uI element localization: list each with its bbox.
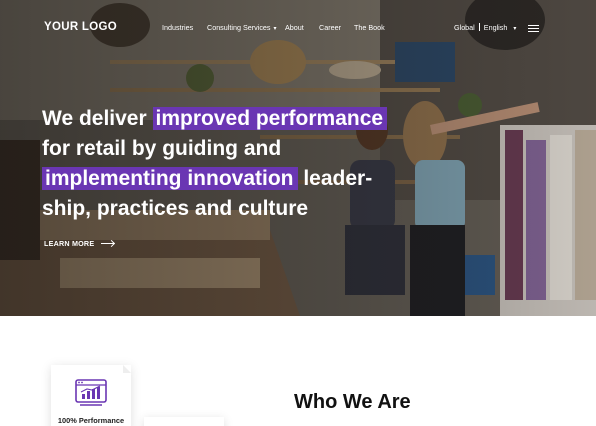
learn-more-link[interactable]: LEARN MORE [44,239,115,248]
language-selector[interactable]: Global English ▾ [454,23,516,32]
nav-item-career[interactable]: Career [319,23,341,32]
performance-chart-icon [75,379,107,406]
nav-item-the-book[interactable]: The Book [354,23,385,32]
headline-highlight: implementing innovation [42,167,298,190]
feature-card-performance[interactable]: 100% Performance [51,365,131,426]
feature-card-label: 100% Performance [57,416,125,425]
headline-highlight: improved performance [152,107,388,130]
nav-item-industries[interactable]: Industries [162,23,193,32]
headline-line-1: We deliver improved performance [42,104,442,134]
hero-headline: We deliver improved performance for reta… [42,104,442,224]
language-label: English [483,23,508,32]
headline-line-4: ship, practices and culture [42,197,309,220]
logo[interactable]: YOUR LOGO [44,21,117,33]
headline-line-2: for retail by guiding and [42,137,282,160]
region-label: Global [454,23,475,32]
top-navigation: YOUR LOGO Industries Consulting Services… [0,0,596,56]
arrow-right-icon [101,240,115,247]
section-title: Who We Are [294,391,411,413]
nav-item-consulting-services[interactable]: Consulting Services ▾ [207,23,277,32]
nav-item-about[interactable]: About [285,23,304,32]
headline-line-3: implementing innovation leader- [42,164,442,194]
feature-card[interactable] [144,417,224,426]
hamburger-menu-icon[interactable] [528,25,539,33]
chevron-down-icon: ▾ [513,26,517,32]
divider [478,23,480,31]
chevron-down-icon: ▾ [273,26,277,32]
